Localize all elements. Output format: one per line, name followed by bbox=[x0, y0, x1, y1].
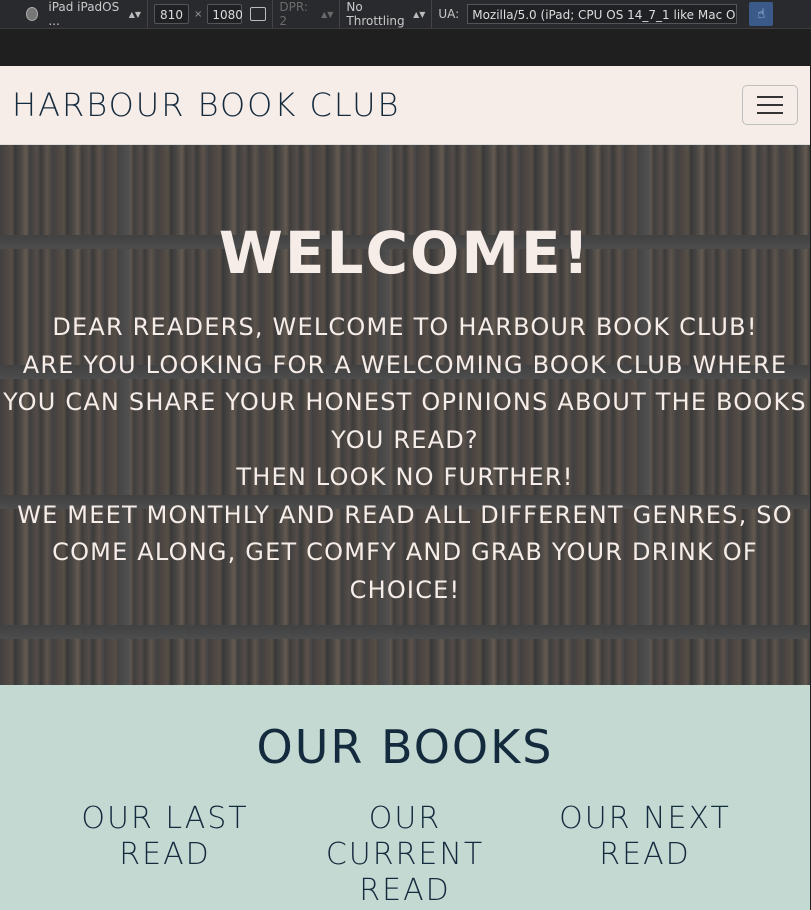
hero-line: ARE YOU LOOKING FOR A WELCOMING BOOK CLU… bbox=[3, 350, 807, 454]
device-select[interactable]: iPad iPadOS ... ▲▼ bbox=[0, 0, 148, 28]
user-agent-input[interactable]: Mozilla/5.0 (iPad; CPU OS 14_7_1 like Ma… bbox=[467, 4, 738, 24]
brand-link[interactable]: HARBOUR BOOK CLUB bbox=[12, 86, 400, 124]
menu-toggle-button[interactable] bbox=[742, 85, 798, 125]
hamburger-icon-bar bbox=[757, 96, 783, 98]
next-read-heading: OUR NEXT READ bbox=[525, 801, 765, 909]
ua-label: UA: bbox=[438, 7, 460, 21]
chevron-updown-icon: ▲▼ bbox=[128, 9, 141, 19]
heading-line: READ bbox=[119, 837, 211, 872]
devtools-device-toolbar: iPad iPadOS ... ▲▼ 810 × 1080 DPR: 2 ▲▼ … bbox=[0, 0, 811, 29]
hero-title: WELCOME! bbox=[218, 219, 592, 287]
hamburger-icon-bar bbox=[757, 104, 783, 106]
rotate-icon[interactable] bbox=[250, 7, 267, 21]
current-read-heading: OUR CURRENT READ bbox=[285, 801, 525, 909]
width-input[interactable]: 810 bbox=[154, 4, 189, 24]
books-title: OUR BOOKS bbox=[256, 720, 554, 774]
heading-line: READ bbox=[599, 837, 691, 872]
hero-line: THEN LOOK NO FURTHER! bbox=[236, 463, 574, 491]
page-viewport: HARBOUR BOOK CLUB WELCOME! DEAR READERS,… bbox=[0, 66, 810, 910]
chevron-updown-icon: ▲▼ bbox=[413, 9, 426, 19]
dpr-label: DPR: 2 bbox=[279, 0, 308, 28]
last-read-heading: OUR LAST READ bbox=[45, 801, 285, 909]
times-sign: × bbox=[194, 8, 203, 20]
touch-icon[interactable]: ☝ bbox=[749, 2, 774, 26]
throttling-select[interactable]: No Throttling ▲▼ bbox=[340, 0, 433, 28]
books-columns: OUR LAST READ OUR CURRENT READ OUR NEXT … bbox=[0, 801, 810, 909]
height-input[interactable]: 1080 bbox=[207, 4, 243, 24]
dimensions-group: 810 × 1080 bbox=[148, 0, 274, 28]
dpr-select[interactable]: DPR: 2 ▲▼ bbox=[273, 0, 341, 28]
hero-line: DEAR READERS, WELCOME TO HARBOUR BOOK CL… bbox=[52, 313, 758, 341]
hamburger-icon-bar bbox=[757, 112, 783, 114]
heading-line: OUR CURRENT bbox=[325, 801, 485, 872]
heading-line: READ bbox=[359, 873, 451, 908]
books-section: OUR BOOKS OUR LAST READ OUR CURRENT READ… bbox=[0, 685, 810, 910]
navbar: HARBOUR BOOK CLUB bbox=[0, 66, 810, 145]
throttling-label: No Throttling bbox=[346, 0, 405, 28]
ua-group: UA: Mozilla/5.0 (iPad; CPU OS 14_7_1 lik… bbox=[432, 0, 779, 28]
hero-section: WELCOME! DEAR READERS, WELCOME TO HARBOU… bbox=[0, 145, 810, 685]
hero-text: DEAR READERS, WELCOME TO HARBOUR BOOK CL… bbox=[0, 309, 810, 609]
device-name: iPad iPadOS ... bbox=[48, 0, 120, 28]
hero-line: WE MEET MONTHLY AND READ ALL DIFFERENT G… bbox=[17, 500, 793, 604]
hero-content: WELCOME! DEAR READERS, WELCOME TO HARBOU… bbox=[0, 145, 810, 609]
heading-line: OUR LAST bbox=[81, 801, 249, 836]
safari-icon bbox=[26, 7, 39, 21]
chevron-updown-icon: ▲▼ bbox=[321, 9, 334, 19]
heading-line: OUR NEXT bbox=[559, 801, 731, 836]
